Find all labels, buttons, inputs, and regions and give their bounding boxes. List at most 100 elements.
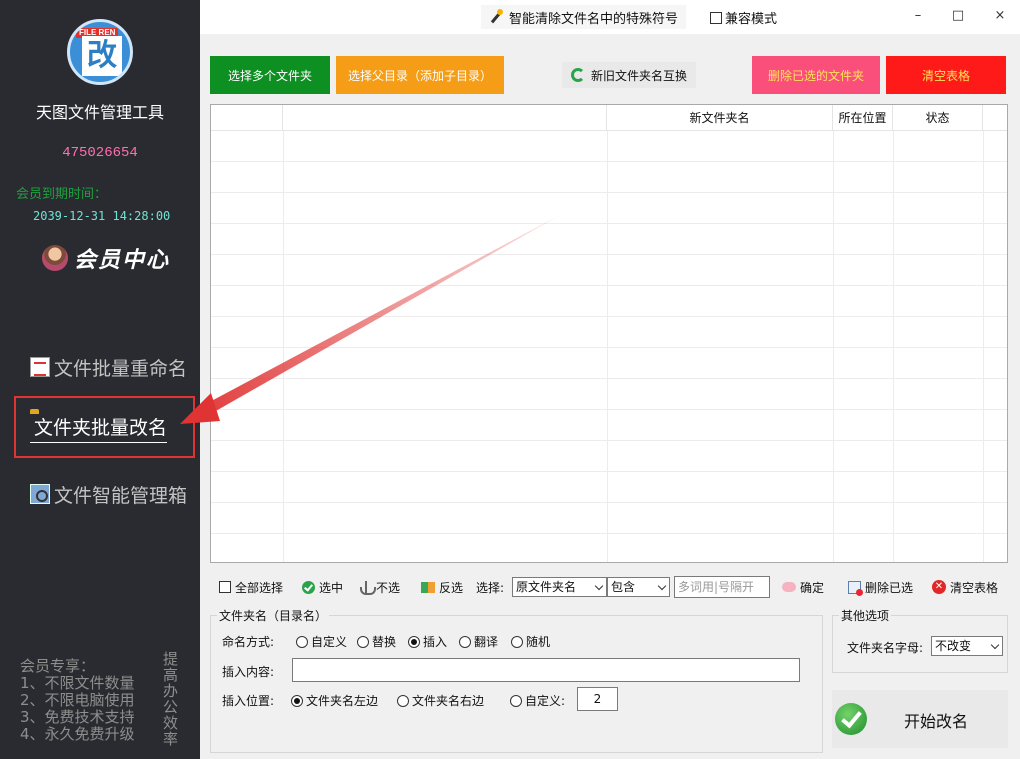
- anchor-icon: [360, 580, 376, 595]
- naming-group-title: 文件夹名（目录名）: [217, 607, 330, 624]
- radio-button[interactable]: [459, 635, 471, 648]
- insert-content-input[interactable]: [292, 658, 800, 682]
- nav-smart-manager[interactable]: 文件智能管理箱: [30, 479, 187, 509]
- check-circle-icon: [835, 703, 867, 735]
- radio-button[interactable]: [296, 635, 308, 648]
- document-icon: [30, 357, 50, 377]
- checkbox-box[interactable]: [219, 581, 231, 593]
- slogan: 提高办公效率: [163, 650, 179, 748]
- member-center-button[interactable]: 会员中心: [42, 243, 170, 273]
- select-parent-button[interactable]: 选择父目录（添加子目录）: [336, 56, 504, 94]
- column-divider: [833, 131, 834, 562]
- member-avatar-icon: [42, 245, 68, 271]
- invert-button[interactable]: 反选: [421, 577, 463, 597]
- clear-special-chars-link[interactable]: 智能清除文件名中的特殊符号: [481, 5, 687, 29]
- minimize-button[interactable]: –: [908, 6, 928, 26]
- invert-label: 反选: [439, 580, 464, 595]
- select-all-label: 全部选择: [235, 580, 284, 595]
- case-select[interactable]: 不改变: [931, 636, 1003, 656]
- column-header[interactable]: [211, 105, 283, 131]
- swap-names-button[interactable]: 新旧文件夹名互换: [562, 62, 696, 88]
- magic-wand-icon: [489, 9, 503, 24]
- table-header: 新文件夹名 所在位置 状态: [211, 105, 1007, 131]
- checkbox-box[interactable]: [710, 11, 722, 24]
- uncheck-button[interactable]: 不选: [360, 577, 400, 597]
- confirm-icon: [782, 582, 796, 592]
- radio-button-selected[interactable]: [408, 635, 420, 648]
- logo-glyph: 改: [82, 36, 122, 76]
- match-select[interactable]: 包含: [607, 577, 670, 597]
- perk-line: 会员专享：: [20, 657, 96, 675]
- column-header[interactable]: [283, 105, 607, 131]
- select-label: 选择:: [476, 580, 505, 595]
- field-select-value: 原文件夹名: [516, 580, 577, 594]
- radio-label: 翻译: [474, 635, 499, 649]
- app-logo: FILE REN 改: [67, 19, 133, 85]
- check-button[interactable]: 选中: [302, 577, 343, 597]
- delete-selected-folders-button[interactable]: 删除已选的文件夹: [752, 56, 880, 94]
- title-bar: 智能清除文件名中的特殊符号 兼容模式 – □ ×: [200, 0, 1020, 34]
- delete-selected-button[interactable]: 删除已选: [848, 577, 913, 597]
- confirm-label: 确定: [800, 580, 825, 595]
- position-radio-custom[interactable]: 自定义:: [510, 692, 565, 709]
- column-divider: [983, 131, 984, 562]
- close-circle-icon: ✕: [932, 580, 946, 594]
- qq-number: 475026654: [62, 145, 138, 161]
- clear-table-small-button[interactable]: ✕ 清空表格: [932, 577, 998, 597]
- radio-button[interactable]: [357, 635, 369, 648]
- mode-radio-insert[interactable]: 插入: [408, 633, 447, 650]
- case-label: 文件夹名字母:: [847, 641, 924, 655]
- mode-label: 命名方式:: [222, 635, 275, 649]
- uncheck-label: 不选: [376, 580, 401, 595]
- check-circle-icon: [302, 580, 315, 594]
- maximize-button[interactable]: □: [948, 6, 968, 26]
- chevron-down-icon: [594, 581, 604, 591]
- radio-button[interactable]: [510, 694, 522, 707]
- radio-label: 插入: [423, 635, 448, 649]
- feature-link-label: 智能清除文件名中的特殊符号: [509, 11, 679, 27]
- column-header-status[interactable]: 状态: [893, 105, 983, 131]
- column-divider: [283, 131, 284, 562]
- filter-bar: 全部选择 选中 不选 反选 选择: 原文件夹名 包含 多词用|号隔开 确定 删除…: [210, 573, 1020, 601]
- sidebar: FILE REN 改 天图文件管理工具 475026654 会员到期时间： 20…: [0, 0, 200, 759]
- insert-content-label: 插入内容:: [222, 665, 275, 679]
- nav-batch-rename-folders[interactable]: 文件夹批量改名: [30, 413, 168, 443]
- perk-line: 2、不限电脑使用: [20, 691, 135, 709]
- radio-label: 随机: [526, 635, 551, 649]
- radio-button[interactable]: [397, 694, 409, 707]
- insert-position-label: 插入位置:: [222, 694, 275, 708]
- select-all-checkbox[interactable]: 全部选择: [219, 577, 283, 597]
- close-button[interactable]: ×: [990, 6, 1010, 26]
- field-select[interactable]: 原文件夹名: [512, 577, 607, 597]
- nav-label: 文件批量重命名: [54, 357, 188, 380]
- match-select-value: 包含: [611, 580, 636, 594]
- perk-line: 4、永久免费升级: [20, 725, 135, 743]
- radio-label: 自定义:: [525, 694, 566, 708]
- start-rename-button[interactable]: 开始改名: [832, 690, 1008, 748]
- select-folders-button[interactable]: 选择多个文件夹: [210, 56, 330, 94]
- compat-mode-checkbox[interactable]: 兼容模式: [710, 8, 777, 27]
- radio-label: 自定义: [311, 635, 348, 649]
- mode-radio-replace[interactable]: 替换: [357, 633, 396, 650]
- radio-label: 替换: [372, 635, 397, 649]
- expire-label: 会员到期时间：: [16, 187, 108, 202]
- folder-table[interactable]: 新文件夹名 所在位置 状态: [210, 104, 1008, 563]
- radio-button[interactable]: [511, 635, 523, 648]
- column-header-new-name[interactable]: 新文件夹名: [607, 105, 833, 131]
- position-radio-left[interactable]: 文件夹名左边: [291, 692, 378, 709]
- nav-batch-rename-files[interactable]: 文件批量重命名: [30, 352, 187, 382]
- column-header-location[interactable]: 所在位置: [833, 105, 893, 131]
- mode-radio-custom[interactable]: 自定义: [296, 633, 347, 650]
- custom-position-input[interactable]: 2: [577, 687, 618, 711]
- delete-selected-label: 删除已选: [865, 580, 914, 595]
- mode-radio-random[interactable]: 随机: [511, 633, 550, 650]
- start-rename-label: 开始改名: [904, 712, 969, 731]
- mode-radio-translate[interactable]: 翻译: [459, 633, 498, 650]
- position-radio-right[interactable]: 文件夹名右边: [397, 692, 484, 709]
- perk-line: 3、免费技术支持: [20, 708, 135, 726]
- radio-button-selected[interactable]: [291, 694, 303, 707]
- confirm-button[interactable]: 确定: [782, 577, 824, 597]
- clear-table-button[interactable]: 清空表格: [886, 56, 1006, 94]
- keyword-input[interactable]: 多词用|号隔开: [674, 576, 770, 598]
- clear-table-label: 清空表格: [950, 580, 999, 595]
